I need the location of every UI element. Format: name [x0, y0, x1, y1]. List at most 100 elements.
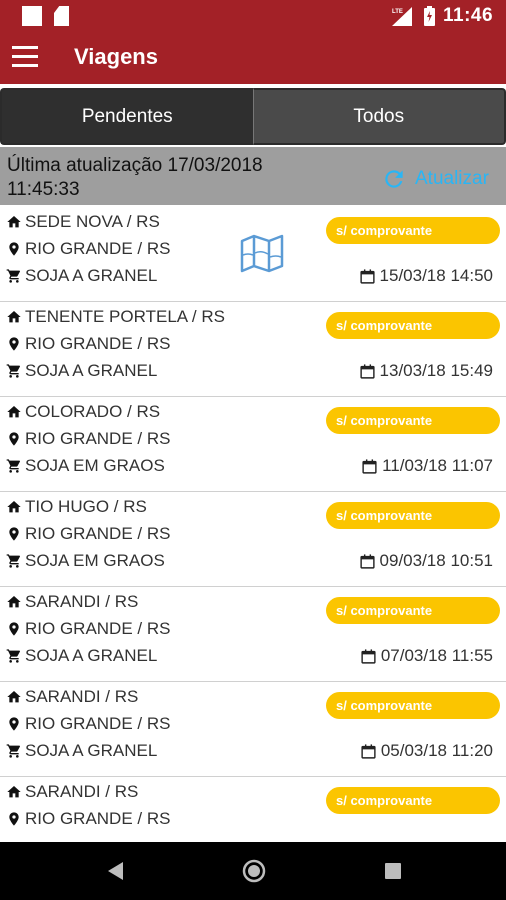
home-icon [7, 311, 21, 323]
trip-destination-label: RIO GRANDE / RS [25, 714, 171, 733]
trip-cargo-label: SOJA A GRANEL [25, 361, 158, 380]
tab-todos[interactable]: Todos [252, 88, 506, 145]
trip-list-item[interactable]: SARANDI / RS RIO GRANDE / RS SOJA A GRANEL… [0, 587, 506, 682]
trip-list: SEDE NOVA / RS RIO GRANDE / RS SOJA A GRAN… [0, 207, 506, 842]
trip-origin: TENENTE PORTELA / RS [6, 305, 225, 329]
location-pin-icon [9, 622, 19, 636]
calendar-icon [362, 458, 377, 474]
trip-date: 13/03/18 15:49 [359, 359, 493, 383]
cart-icon [6, 554, 21, 568]
tab-pendentes[interactable]: Pendentes [0, 88, 253, 145]
status-badge: s/ comprovante [326, 407, 500, 434]
trip-destination-label: RIO GRANDE / RS [25, 809, 171, 828]
status-badge: s/ comprovante [326, 787, 500, 814]
trip-cargo-label: SOJA EM GRAOS [25, 551, 165, 570]
trip-destination: RIO GRANDE / RS [6, 617, 170, 641]
trip-list-item[interactable]: SARANDI / RS RIO GRANDE / RS s/ comprovant… [0, 777, 506, 842]
home-icon [7, 596, 21, 608]
trip-cargo: SOJA EM GRAOS [6, 549, 165, 573]
trip-date-label: 15/03/18 14:50 [379, 266, 493, 285]
trip-date: 09/03/18 10:51 [359, 549, 493, 573]
home-icon [7, 406, 21, 418]
location-pin-icon [9, 337, 19, 351]
trip-cargo-label: SOJA A GRANEL [25, 741, 158, 760]
trip-destination: RIO GRANDE / RS [6, 807, 170, 831]
trip-destination-label: RIO GRANDE / RS [25, 524, 171, 543]
cart-icon [6, 364, 21, 378]
location-pin-icon [9, 527, 19, 541]
svg-text:LTE: LTE [392, 9, 403, 15]
trip-date: 15/03/18 14:50 [359, 264, 493, 288]
trip-destination-label: RIO GRANDE / RS [25, 429, 171, 448]
trip-list-item[interactable]: COLORADO / RS RIO GRANDE / RS SOJA EM GRAO… [0, 397, 506, 492]
trip-destination: RIO GRANDE / RS [6, 332, 170, 356]
cart-icon [6, 744, 21, 758]
trip-date-label: 09/03/18 10:51 [379, 551, 493, 570]
trip-origin: COLORADO / RS [6, 400, 160, 424]
trip-cargo: SOJA EM GRAOS [6, 454, 165, 478]
status-badge: s/ comprovante [326, 692, 500, 719]
map-icon[interactable] [239, 233, 285, 273]
calendar-icon [361, 743, 376, 759]
cart-icon [6, 649, 21, 663]
status-badge: s/ comprovante [326, 217, 500, 244]
lte-signal-icon: LTE [392, 7, 412, 26]
trip-destination: RIO GRANDE / RS [6, 237, 170, 261]
location-pin-icon [9, 432, 19, 446]
trip-origin-label: SARANDI / RS [25, 592, 139, 611]
trip-destination-label: RIO GRANDE / RS [25, 619, 171, 638]
status-badge: s/ comprovante [326, 597, 500, 624]
trip-origin: TIO HUGO / RS [6, 495, 147, 519]
trip-destination: RIO GRANDE / RS [6, 522, 170, 546]
back-icon[interactable] [105, 860, 125, 882]
page-title: Viagens [74, 44, 158, 69]
sd-card-icon [54, 6, 69, 26]
trip-date-label: 13/03/18 15:49 [379, 361, 493, 380]
recents-icon[interactable] [385, 863, 401, 879]
trip-cargo: SOJA A GRANEL [6, 644, 157, 668]
trip-date-label: 11/03/18 11:07 [382, 456, 493, 475]
trip-origin-label: SARANDI / RS [25, 687, 139, 706]
refresh-icon [385, 170, 403, 188]
trip-origin: SARANDI / RS [6, 590, 138, 614]
trip-list-item[interactable]: SARANDI / RS RIO GRANDE / RS SOJA A GRANEL… [0, 682, 506, 777]
trip-origin-label: SEDE NOVA / RS [25, 212, 160, 231]
location-pin-icon [9, 242, 19, 256]
trip-destination-label: RIO GRANDE / RS [25, 239, 171, 258]
home-icon [7, 786, 21, 798]
status-time: 11:46 [443, 5, 494, 26]
trip-origin-label: SARANDI / RS [25, 782, 139, 801]
home-icon [7, 216, 21, 228]
trip-origin: SEDE NOVA / RS [6, 210, 160, 234]
cart-icon [6, 459, 21, 473]
trip-destination-label: RIO GRANDE / RS [25, 334, 171, 353]
trip-list-item[interactable]: SEDE NOVA / RS RIO GRANDE / RS SOJA A GRAN… [0, 207, 506, 302]
battery-icon [424, 6, 435, 26]
home-icon [7, 501, 21, 513]
trip-list-item[interactable]: TIO HUGO / RS RIO GRANDE / RS SOJA EM GRAO… [0, 492, 506, 587]
refresh-button[interactable]: Atualizar [381, 166, 489, 192]
home-icon[interactable] [242, 859, 266, 883]
nav-bar [0, 842, 506, 900]
status-bar: LTE 11:46 [0, 0, 506, 32]
location-pin-icon [9, 717, 19, 731]
status-badge: s/ comprovante [326, 312, 500, 339]
trip-date: 11/03/18 11:07 [361, 454, 493, 478]
app-bar: Viagens [0, 32, 506, 84]
trip-cargo: SOJA A GRANEL [6, 264, 157, 288]
calendar-icon [359, 553, 375, 569]
trip-date-label: 07/03/18 11:55 [380, 646, 493, 665]
location-pin-icon [9, 812, 19, 826]
trip-date: 07/03/18 11:55 [360, 644, 493, 668]
status-badge: s/ comprovante [326, 502, 500, 529]
trip-date: 05/03/18 11:20 [360, 739, 493, 763]
last-update-text: Última atualização 17/03/2018 11:45:33 [7, 155, 263, 200]
trip-date-label: 05/03/18 11:20 [380, 741, 493, 760]
hamburger-menu-icon[interactable] [12, 46, 38, 68]
trip-list-item[interactable]: TENENTE PORTELA / RS RIO GRANDE / RS SOJA … [0, 302, 506, 397]
trip-cargo-label: SOJA A GRANEL [25, 646, 158, 665]
refresh-label: Atualizar [415, 168, 489, 189]
home-icon [7, 691, 21, 703]
trip-destination: RIO GRANDE / RS [6, 712, 170, 736]
trip-cargo: SOJA A GRANEL [6, 739, 157, 763]
